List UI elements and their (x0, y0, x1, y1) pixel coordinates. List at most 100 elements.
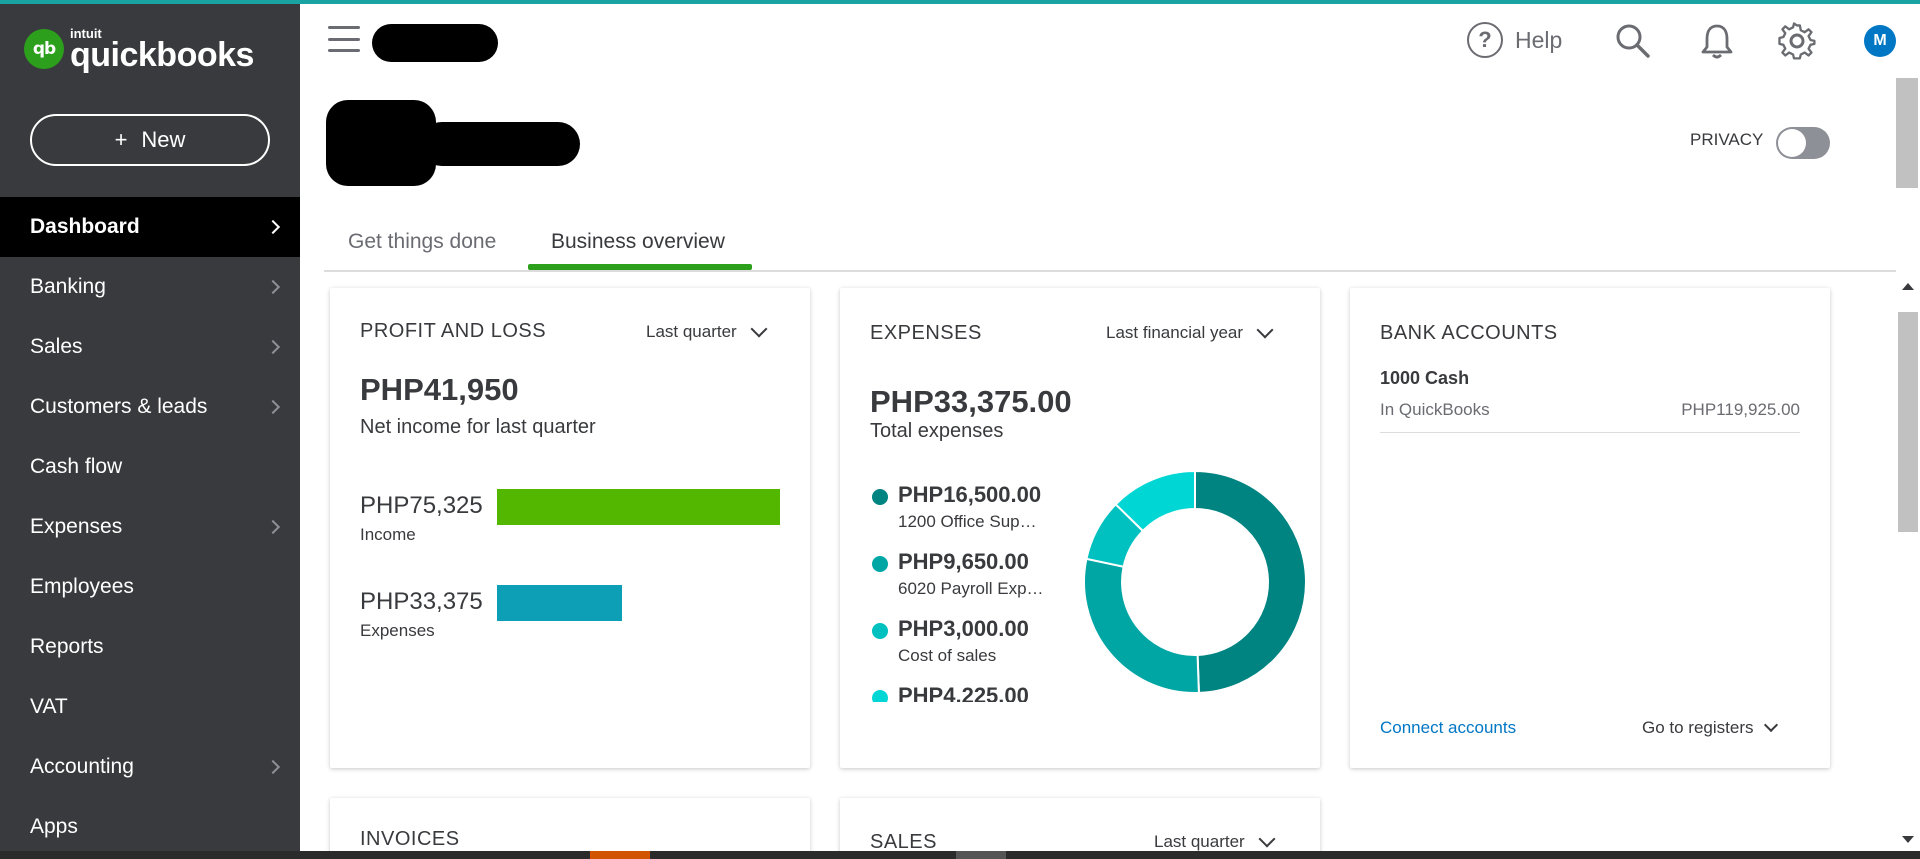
sidebar-item-label: Apps (30, 815, 78, 838)
brand-quickbooks: quickbooks (70, 35, 254, 74)
sidebar-item-banking[interactable]: Banking (0, 257, 300, 317)
chevron-right-icon (265, 399, 281, 415)
privacy-toggle[interactable] (1776, 127, 1830, 159)
legend-amount: PHP9,650.00 (898, 549, 1029, 574)
sidebar-nav: Dashboard Banking Sales Customers & leads Ca… (0, 197, 300, 857)
connect-accounts-link[interactable]: Connect accounts (1380, 718, 1516, 738)
new-button[interactable]: + New (30, 114, 270, 166)
donut-slice[interactable] (1194, 469, 1307, 694)
period-label: Last quarter (1154, 832, 1245, 851)
sidebar-item-dashboard[interactable]: Dashboard (0, 197, 300, 257)
sidebar-item-label: Accounting (30, 755, 134, 778)
quickbooks-logo-icon: qb (24, 29, 64, 69)
quickbooks-logo[interactable]: qb intuit quickbooks (24, 24, 254, 74)
hamburger-menu-icon[interactable] (328, 26, 360, 52)
sidebar-item-cash-flow[interactable]: Cash flow (0, 437, 300, 497)
expenses-title: EXPENSES (870, 322, 982, 344)
legend-label: Cost of sales (898, 646, 997, 665)
tab-get-things-done[interactable]: Get things done (348, 230, 496, 254)
legend-amount: PHP4,225.00 (898, 683, 1029, 702)
legend-amount: PHP3,000.00 (898, 616, 1029, 641)
tab-business-overview[interactable]: Business overview (551, 230, 725, 254)
redacted-company-title (420, 122, 580, 166)
donut-slice[interactable] (1083, 557, 1200, 694)
chevron-down-icon (1763, 717, 1778, 733)
period-label: Last financial year (1106, 323, 1244, 342)
sidebar-item-sales[interactable]: Sales (0, 317, 300, 377)
legend-label: 6020 Payroll Exp… (898, 579, 1044, 598)
sidebar-item-label: Employees (30, 575, 134, 598)
legend-dot-icon (872, 556, 888, 572)
bank-account-source: In QuickBooks (1380, 400, 1490, 419)
expenses-donut-chart[interactable] (1075, 462, 1315, 702)
net-income-label: Net income for last quarter (360, 416, 596, 438)
sidebar-item-customers-leads[interactable]: Customers & leads (0, 377, 300, 437)
legend-dot-icon (872, 690, 888, 702)
content-scrollbar[interactable] (1896, 270, 1920, 850)
sidebar-item-accounting[interactable]: Accounting (0, 737, 300, 797)
profit-and-loss-period-select[interactable]: Last quarter (646, 320, 768, 342)
chevron-right-icon (265, 759, 281, 775)
sidebar-item-label: Customers & leads (30, 395, 208, 418)
chevron-down-icon (1256, 321, 1274, 339)
sidebar-item-label: Cash flow (30, 455, 123, 478)
bank-accounts-title: BANK ACCOUNTS (1380, 322, 1558, 344)
go-to-registers-label: Go to registers (1642, 718, 1754, 737)
plus-icon: + (114, 127, 128, 152)
go-to-registers-menu[interactable]: Go to registers (1642, 717, 1778, 738)
expenses-label: Expenses (360, 621, 435, 640)
expenses-legend: PHP16,500.00 1200 Office Sup… PHP9,650.00 6… (840, 470, 1080, 702)
sidebar-item-label: Sales (30, 335, 83, 358)
expenses-bar[interactable] (497, 585, 623, 621)
chevron-down-icon (1258, 830, 1276, 848)
sidebar-item-apps[interactable]: Apps (0, 797, 300, 857)
profit-and-loss-title: PROFIT AND LOSS (360, 320, 547, 342)
income-bar[interactable] (497, 489, 780, 525)
sales-period-select[interactable]: Last quarter (1154, 830, 1276, 852)
chevron-right-icon (265, 339, 281, 355)
gear-icon[interactable] (1778, 22, 1816, 60)
total-expenses-label: Total expenses (870, 420, 1004, 442)
bank-accounts-card[interactable] (1350, 288, 1830, 768)
help-label: Help (1515, 26, 1563, 53)
total-expenses-amount: PHP33,375.00 (870, 384, 1072, 419)
notifications-bell-icon[interactable] (1698, 22, 1736, 60)
legend-dot-icon (872, 489, 888, 505)
chevron-right-icon (265, 279, 281, 295)
sidebar-item-vat[interactable]: VAT (0, 677, 300, 737)
bank-account-balance: PHP119,925.00 (1681, 400, 1800, 419)
legend-amount: PHP16,500.00 (898, 482, 1042, 507)
net-income-amount: PHP41,950 (360, 372, 519, 407)
sidebar-item-reports[interactable]: Reports (0, 617, 300, 677)
chevron-down-icon (750, 320, 768, 338)
legend-label: 1200 Office Sup… (898, 512, 1037, 531)
sidebar-item-expenses[interactable]: Expenses (0, 497, 300, 557)
sidebar-item-label: Reports (30, 635, 104, 658)
expenses-period-select[interactable]: Last financial year (1106, 321, 1274, 343)
income-amount: PHP75,325 (360, 492, 483, 519)
help-icon: ? (1467, 22, 1503, 58)
sidebar: qb intuit quickbooks + New Dashboard Bank… (0, 4, 300, 851)
active-tab-indicator (528, 264, 752, 270)
divider (1380, 432, 1800, 433)
period-label: Last quarter (646, 322, 737, 341)
taskbar-strip (0, 851, 1920, 859)
sidebar-item-label: VAT (30, 695, 68, 718)
sidebar-item-label: Expenses (30, 515, 123, 538)
chevron-right-icon (265, 219, 281, 235)
search-icon[interactable] (1614, 22, 1652, 60)
invoices-title: INVOICES (360, 828, 460, 850)
chevron-right-icon (265, 519, 281, 535)
bank-account-name[interactable]: 1000 Cash (1380, 368, 1469, 389)
privacy-label: PRIVACY (1690, 130, 1764, 149)
income-label: Income (360, 525, 416, 544)
sidebar-item-label: Dashboard (30, 215, 140, 238)
sidebar-item-employees[interactable]: Employees (0, 557, 300, 617)
help-button[interactable]: ? Help (1467, 22, 1562, 58)
user-avatar[interactable]: M (1864, 25, 1896, 57)
redacted-company-name (372, 24, 498, 62)
page-scrollbar[interactable] (1896, 78, 1920, 188)
legend-dot-icon (872, 623, 888, 639)
expenses-amount: PHP33,375 (360, 588, 483, 615)
sidebar-item-label: Banking (30, 275, 106, 298)
